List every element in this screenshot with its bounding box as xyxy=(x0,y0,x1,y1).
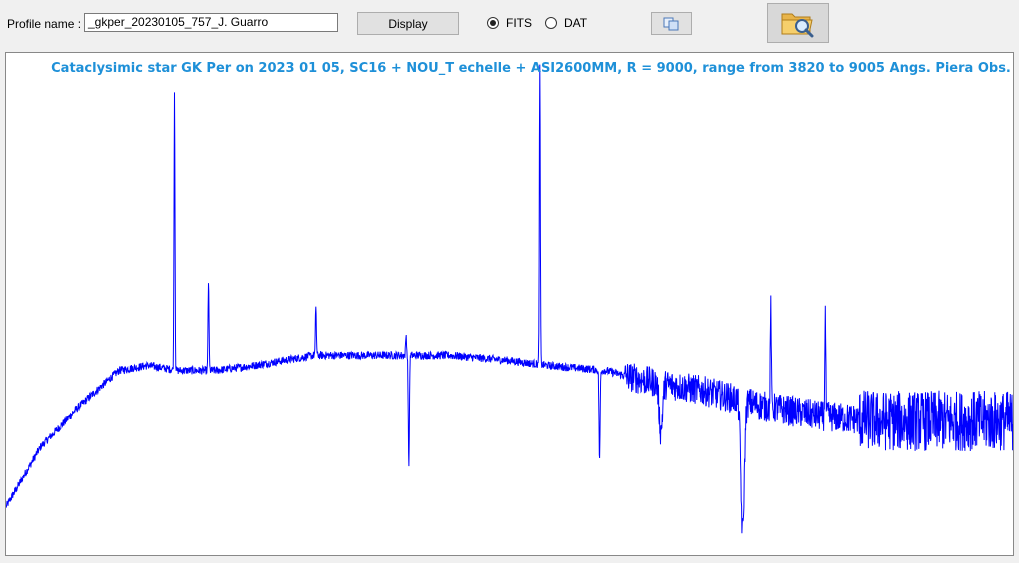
spectrum-plot: Cataclysimic star GK Per on 2023 01 05, … xyxy=(5,52,1014,556)
copy-button[interactable] xyxy=(651,12,692,35)
fits-radio-circle[interactable] xyxy=(487,17,499,29)
toolbar: Profile name : _gkper_20230105_757_J. Gu… xyxy=(0,0,1019,50)
open-file-button[interactable] xyxy=(767,3,829,43)
plot-title: Cataclysimic star GK Per on 2023 01 05, … xyxy=(51,61,1011,76)
fits-radio[interactable]: FITS xyxy=(487,16,532,30)
dat-radio-label: DAT xyxy=(564,16,588,30)
fits-radio-label: FITS xyxy=(506,16,532,30)
copy-icon xyxy=(663,17,678,30)
dat-radio-circle[interactable] xyxy=(545,17,557,29)
profile-name-input[interactable]: _gkper_20230105_757_J. Guarro xyxy=(84,13,338,32)
profile-name-label: Profile name : xyxy=(7,17,82,31)
spectrum-line xyxy=(6,64,1013,534)
folder-search-icon xyxy=(781,13,814,38)
spectrum-chart xyxy=(6,64,1013,534)
display-button[interactable]: Display xyxy=(357,12,459,35)
dat-radio[interactable]: DAT xyxy=(545,16,587,30)
